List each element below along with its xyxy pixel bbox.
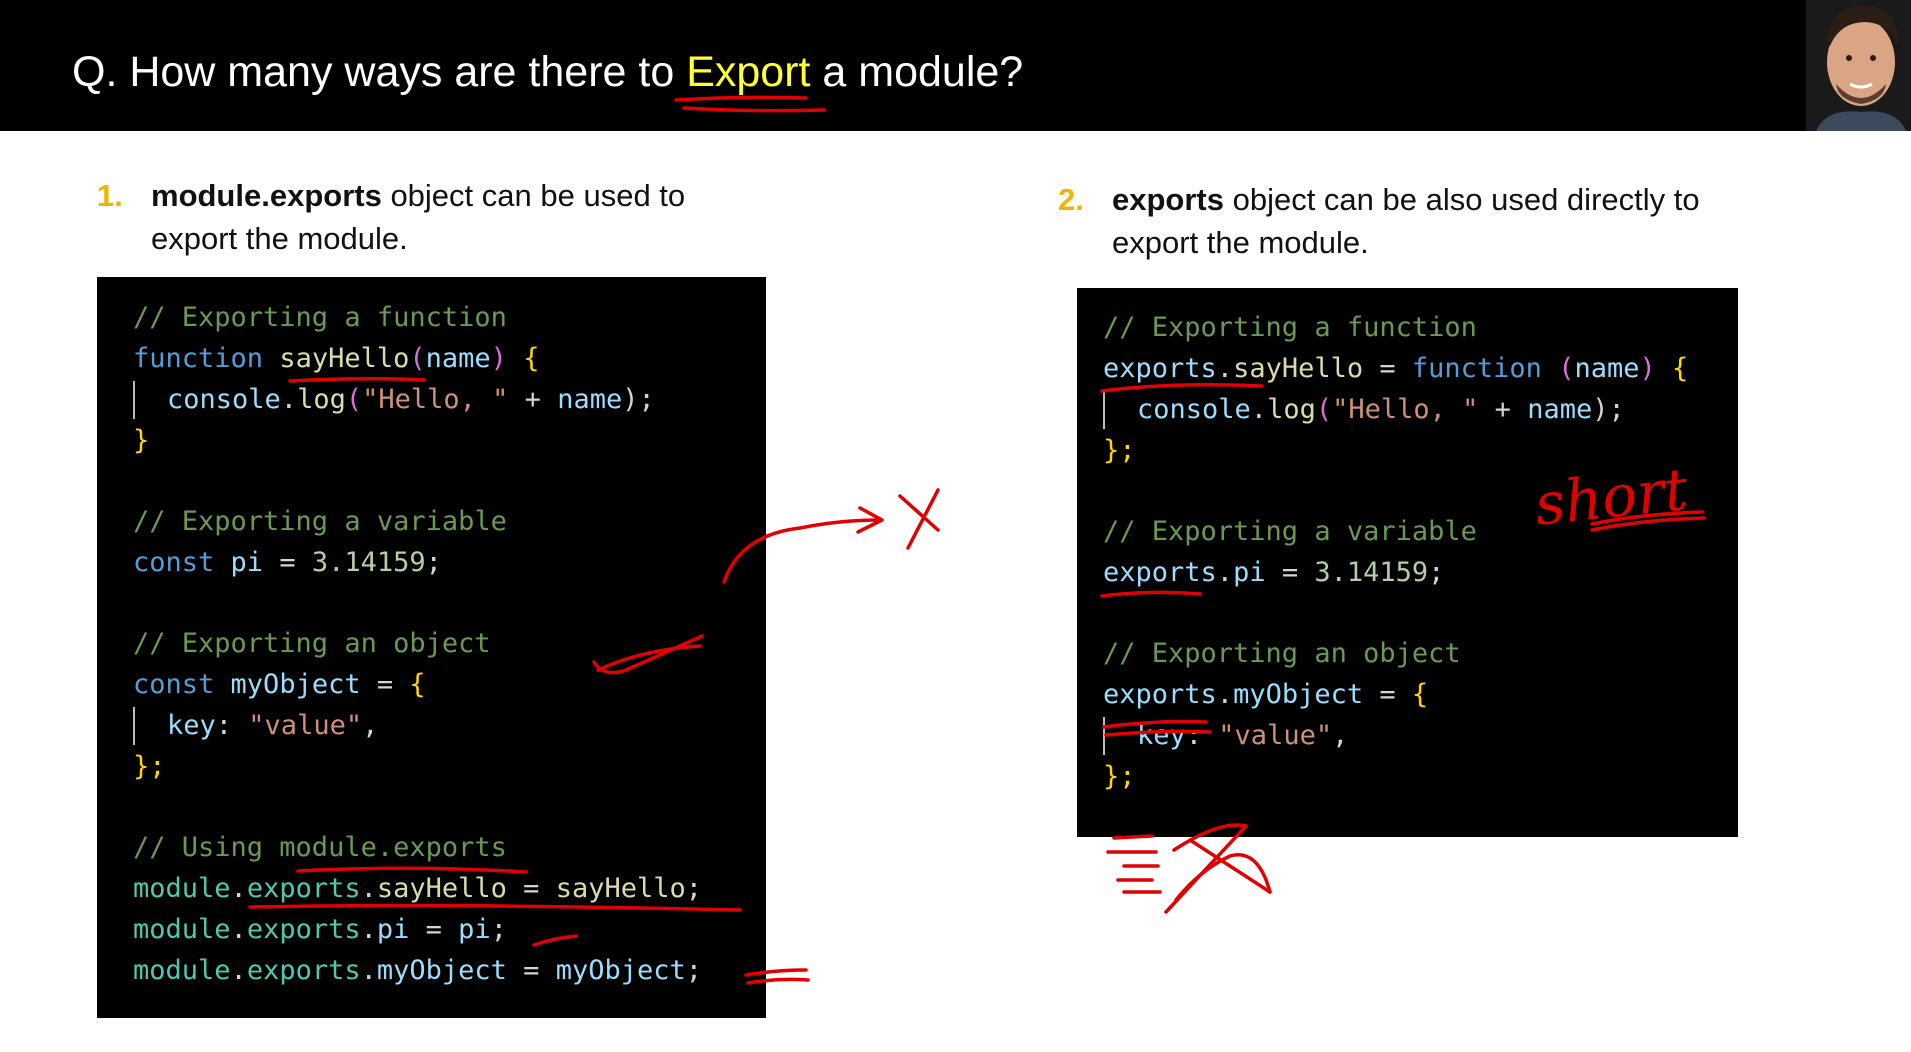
- title-underline: [674, 95, 826, 113]
- underline-exports-pi-right: [1100, 590, 1202, 598]
- cross-mark-icon: [898, 488, 940, 550]
- underline-exports-obj-right: [1102, 719, 1212, 737]
- arrow-icon: [722, 506, 884, 584]
- underline-exports-sayhello: [248, 903, 742, 912]
- cross-mark-strokes: [1164, 824, 1272, 914]
- check-mark-icon: [592, 634, 704, 675]
- equals-mark: [744, 968, 810, 985]
- ink-annotations-layer: short: [248, 95, 1706, 985]
- handwritten-short: short: [1532, 455, 1692, 539]
- underline-exports-sayhello-right: [1100, 383, 1264, 393]
- underline-module-exports-comment: [296, 866, 528, 874]
- equals-lines: [1106, 834, 1162, 894]
- underline-sayhello-def: [288, 376, 426, 383]
- underline-pi-mark: [532, 934, 578, 947]
